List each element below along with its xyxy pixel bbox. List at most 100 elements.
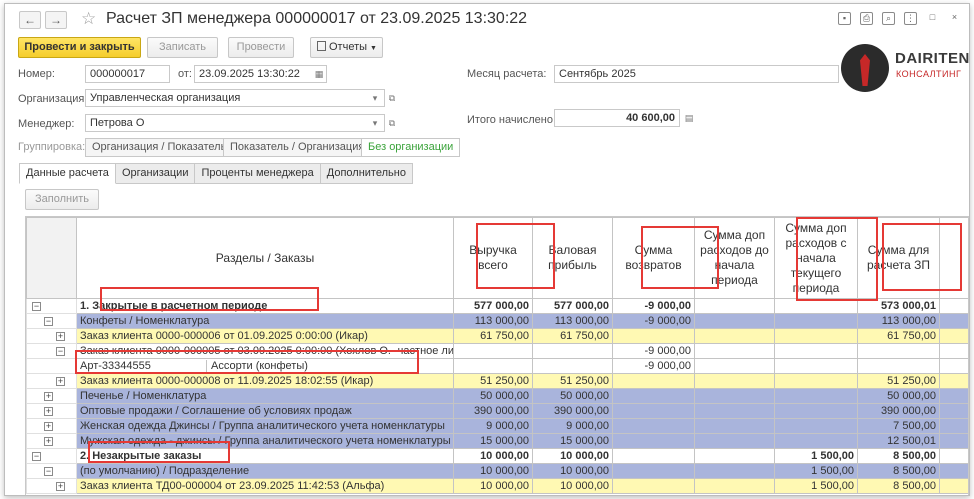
cell-returns — [612, 448, 695, 464]
date-field[interactable]: 23.09.2025 13:30:22 — [194, 65, 327, 83]
table-header: Разделы / Заказы Выручка всего Валовая п… — [26, 217, 968, 299]
table-row[interactable]: − Конфеты / Номенклатура 113 000,00 113 000… — [26, 313, 968, 329]
table-row[interactable]: + Женская одежда Джинсы / Группа аналитич… — [26, 418, 968, 434]
number-field[interactable]: 000000017 — [85, 65, 170, 83]
row-name-cell: Заказ клиента 0000-000006 от 01.09.2025 … — [76, 328, 454, 344]
cell-revenue: 390 000,00 — [453, 403, 533, 419]
save-icon[interactable]: ▪ — [838, 12, 851, 25]
number-label: Номер: — [18, 68, 55, 80]
table-row[interactable]: −1. Закрытые в расчетном периоде 577 000,… — [26, 298, 968, 314]
tab-organizations[interactable]: Организации — [115, 163, 196, 184]
expand-icon[interactable]: + — [56, 332, 65, 341]
cell-returns — [612, 433, 695, 449]
collapse-icon[interactable]: − — [32, 452, 41, 461]
tree-cell: + — [26, 433, 77, 449]
find-icon[interactable]: ⌕ — [882, 12, 895, 25]
collapse-icon[interactable]: − — [44, 467, 53, 476]
col-returns[interactable]: Сумма возвратов — [612, 217, 695, 299]
row-name-cell: 2. Незакрытые заказы — [76, 448, 454, 464]
cell-revenue — [453, 358, 533, 374]
expand-icon[interactable]: + — [44, 422, 53, 431]
table-row[interactable]: + Заказ клиента 0000-000006 от 01.09.2025… — [26, 328, 968, 344]
star-icon[interactable]: ☆ — [81, 9, 96, 29]
expand-icon[interactable]: + — [44, 407, 53, 416]
calendar-icon[interactable]: ▦ — [312, 66, 326, 82]
col-gross[interactable]: Валовая прибыль — [532, 217, 613, 299]
expand-icon[interactable]: + — [56, 377, 65, 386]
collapse-icon[interactable]: − — [44, 317, 53, 326]
table-row[interactable]: + Печенье / Номенклатура 50 000,00 50 000,0… — [26, 388, 968, 404]
col-salary-base[interactable]: Сумма для расчета ЗП — [857, 217, 940, 299]
cell-extra-current — [774, 298, 858, 314]
tree-cell: + — [26, 418, 77, 434]
cell-extra-before — [694, 343, 775, 359]
table-row[interactable]: − Заказ клиента 0000-000005 от 03.09.2025… — [26, 343, 968, 359]
col-extra-current[interactable]: Сумма доп расходов с начала текущего пер… — [774, 217, 858, 299]
table-row[interactable]: − (по умолчанию) / Подразделение 10 000,00… — [26, 463, 968, 479]
row-name-cell: Заказ клиента 0000-000005 от 03.09.2025 … — [76, 343, 454, 359]
org-field[interactable]: Управленческая организация — [85, 89, 385, 107]
collapse-icon[interactable]: − — [32, 302, 41, 311]
manager-field[interactable]: Петрова О — [85, 114, 385, 132]
col-extra-before[interactable]: Сумма доп расходов до начала периода — [694, 217, 775, 299]
month-field[interactable]: Сентябрь 2025 — [554, 65, 839, 83]
window-title: Расчет ЗП менеджера 000000017 от 23.09.2… — [106, 10, 528, 27]
grouping-indicator-org[interactable]: Показатель / Организация — [223, 138, 372, 157]
tab-additional[interactable]: Дополнительно — [320, 163, 413, 184]
cell-revenue: 577 000,00 — [453, 298, 533, 314]
table-row[interactable]: + Мужская одежда - джинсы / Группа аналит… — [26, 433, 968, 449]
dropdown-icon[interactable]: ▾ — [368, 90, 382, 106]
post-button[interactable]: Провести — [228, 37, 294, 58]
print-icon[interactable]: ⎙ — [860, 12, 873, 25]
cell-salary-base: 113 000,00 — [857, 313, 940, 329]
table-row[interactable]: −2. Незакрытые заказы 10 000,00 10 000,00 1… — [26, 448, 968, 464]
maximize-icon[interactable]: □ — [926, 12, 939, 25]
more-icon[interactable]: ⋮ — [904, 12, 917, 25]
cell-next — [939, 478, 968, 494]
forward-button[interactable]: → — [45, 11, 67, 29]
cell-returns — [612, 463, 695, 479]
row-name-cell: Женская одежда Джинсы / Группа аналитиче… — [76, 418, 454, 434]
post-and-close-button[interactable]: Провести и закрыть — [18, 37, 141, 58]
date-label: от: — [178, 68, 192, 80]
fill-button[interactable]: Заполнить — [25, 189, 99, 210]
cell-gross: 390 000,00 — [532, 403, 613, 419]
tab-calculation-data[interactable]: Данные расчета — [19, 163, 116, 184]
collapse-icon[interactable]: − — [56, 347, 65, 356]
save-button[interactable]: Записать — [147, 37, 218, 58]
cell-salary-base — [857, 343, 940, 359]
cell-extra-before — [694, 463, 775, 479]
expand-icon[interactable]: + — [56, 482, 65, 491]
reports-button[interactable]: Отчеты ▼ — [310, 37, 383, 58]
cell-extra-current: 1 500,00 — [774, 478, 858, 494]
open-icon[interactable]: ⧉ — [385, 115, 399, 131]
back-button[interactable]: ← — [19, 11, 41, 29]
tab-manager-percent[interactable]: Проценты менеджера — [195, 163, 321, 184]
table-row[interactable]: + Оптовые продажи / Соглашение об условия… — [26, 403, 968, 419]
table-row[interactable]: Арт-33344555 Ассорти (конфеты) -9 000,00 — [26, 358, 968, 374]
row-name-cell: Мужская одежда - джинсы / Группа аналити… — [76, 433, 454, 449]
open-icon[interactable]: ⧉ — [385, 90, 399, 106]
caret-down-icon: ▼ — [370, 45, 377, 52]
cell-gross — [532, 358, 613, 374]
col-sections[interactable]: Разделы / Заказы — [76, 217, 454, 299]
table-row[interactable]: + Заказ клиента ТД00-000004 от 23.09.2025… — [26, 478, 968, 494]
cell-salary-base: 61 750,00 — [857, 328, 940, 344]
col-revenue[interactable]: Выручка всего — [453, 217, 533, 299]
cell-revenue: 9 000,00 — [453, 418, 533, 434]
cell-salary-base: 573 000,01 — [857, 298, 940, 314]
dropdown-icon[interactable]: ▾ — [368, 115, 382, 131]
close-icon[interactable]: × — [948, 12, 961, 25]
col-next[interactable]: М — [939, 217, 968, 299]
cell-extra-before — [694, 298, 775, 314]
cell-salary-base: 12 500,01 — [857, 433, 940, 449]
expand-icon[interactable]: + — [44, 392, 53, 401]
expand-icon[interactable]: + — [44, 437, 53, 446]
cell-extra-current — [774, 373, 858, 389]
tree-cell: − — [26, 313, 77, 329]
grouping-org-indicator[interactable]: Организация / Показатель — [85, 138, 234, 157]
calculator-icon[interactable]: ▤ — [682, 110, 696, 126]
table-row[interactable]: + Заказ клиента 0000-000008 от 11.09.2025… — [26, 373, 968, 389]
grouping-no-org[interactable]: Без организации — [361, 138, 461, 157]
cell-next — [939, 448, 968, 464]
